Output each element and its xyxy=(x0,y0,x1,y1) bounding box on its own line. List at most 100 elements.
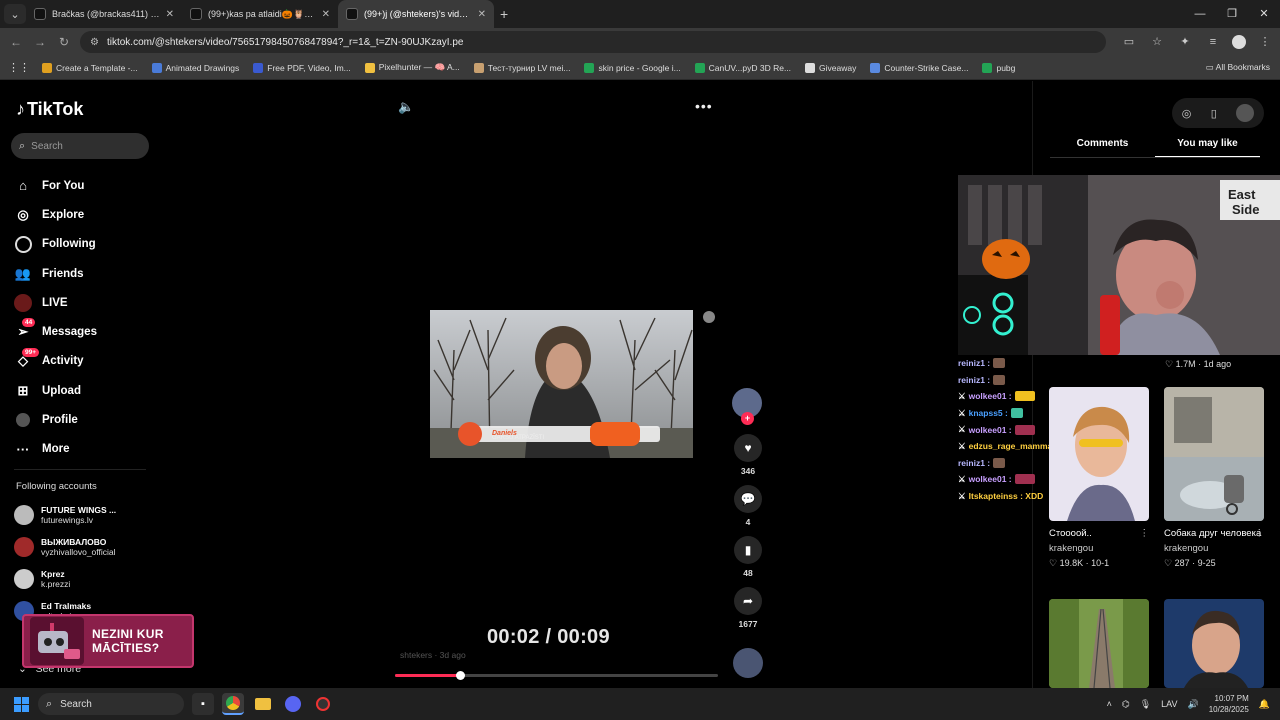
maximize-icon[interactable]: ❐ xyxy=(1216,0,1248,28)
nav-more[interactable]: ··· More xyxy=(14,435,154,464)
task-view-icon[interactable]: ▪ xyxy=(192,693,214,715)
ad-overlay[interactable]: NEZINI KUR MĀCĪTIES? xyxy=(22,614,194,668)
volume-icon[interactable]: 🔈 xyxy=(398,99,414,115)
chat-line: ⚔ wolkee01 : xyxy=(958,388,1050,405)
nav-friends[interactable]: 👥 Friends xyxy=(14,259,154,288)
notifications-icon[interactable]: 🔔 xyxy=(1259,699,1270,710)
close-tab-icon[interactable]: ✕ xyxy=(166,9,174,20)
nav-messages[interactable]: ➢ 44 Messages xyxy=(14,317,154,346)
app-icon[interactable] xyxy=(312,693,334,715)
all-bookmarks[interactable]: ▭ All Bookmarks xyxy=(1206,62,1270,73)
microphone-icon[interactable]: 🎙 xyxy=(1140,699,1151,710)
nav-profile[interactable]: Profile xyxy=(14,405,154,434)
browser-tab-active[interactable]: (99+)j (@shtekers)'s videos with ✕ xyxy=(338,0,494,28)
nav-upload[interactable]: ⊞ Upload xyxy=(14,376,154,405)
bookmark-star-icon[interactable]: ☆ xyxy=(1148,32,1166,52)
following-account[interactable]: FUTURE WINGS ... futurewings.lv xyxy=(14,499,154,531)
minimize-icon[interactable]: — xyxy=(1184,0,1216,28)
bookmark-item[interactable]: CanUV...pyD 3D Re... xyxy=(694,62,791,73)
discord-icon[interactable] xyxy=(282,693,304,715)
site-info-icon[interactable]: ⚙ xyxy=(90,37,99,48)
bookmark-item[interactable]: Free PDF, Video, Im... xyxy=(253,62,351,73)
tray-overflow-icon[interactable]: ˄ xyxy=(1107,699,1112,709)
language-indicator[interactable]: LAV xyxy=(1161,699,1177,709)
bookmark-item[interactable]: Giveaway xyxy=(805,62,856,73)
chrome-icon[interactable] xyxy=(222,693,244,715)
tiktok-favicon-icon xyxy=(34,8,46,20)
bookmark-item[interactable]: pubg xyxy=(982,62,1015,73)
nav-activity[interactable]: ◇ 99+ Activity xyxy=(14,347,154,376)
recommended-video-card[interactable] xyxy=(1049,599,1149,688)
ad-text: NEZINI KUR MĀCĪTIES? xyxy=(92,627,164,655)
share-button[interactable]: ➦ 1677 xyxy=(732,587,764,629)
save-button[interactable]: ▮ 48 xyxy=(732,536,764,578)
taskbar-search[interactable]: ⌕ Search xyxy=(38,693,184,715)
extensions-icon[interactable]: ✦ xyxy=(1176,32,1194,52)
video-thumbnail[interactable] xyxy=(1049,387,1149,521)
video-thumbnail[interactable] xyxy=(1164,387,1264,521)
network-icon[interactable]: ⌬ xyxy=(1122,699,1130,710)
tab-search-button[interactable]: ⌄ xyxy=(4,4,26,24)
video-title[interactable]: Стоооой.. ⋮ xyxy=(1049,527,1149,540)
new-tab-icon[interactable]: + xyxy=(500,6,508,22)
apps-grid-icon[interactable]: ⋮⋮ xyxy=(8,61,30,74)
recommended-video-card[interactable] xyxy=(1164,599,1264,688)
following-account[interactable]: Kprez k.prezzi xyxy=(14,563,154,595)
nav-explore[interactable]: ◎ Explore xyxy=(14,200,154,229)
more-options-icon[interactable]: ••• xyxy=(695,98,713,114)
video-author[interactable]: krakengou xyxy=(1049,543,1149,555)
nav-live[interactable]: LIVE xyxy=(14,288,154,317)
creator-avatar[interactable]: + xyxy=(732,388,762,425)
file-explorer-icon[interactable] xyxy=(252,693,274,715)
bookmark-item[interactable]: Counter-Strike Case... xyxy=(870,62,968,73)
phone-icon[interactable]: ▯ xyxy=(1211,107,1217,120)
browser-tab[interactable]: (99+)kas pa atlaidi🎃🦉🎃 #p ✕ xyxy=(182,0,338,28)
nav-for-you[interactable]: ⌂ For You xyxy=(14,171,154,200)
bookmark-item[interactable]: skin price - Google i... xyxy=(584,62,681,73)
user-avatar[interactable] xyxy=(1236,104,1255,122)
recommended-video-card[interactable]: Собака друг человека ⋮ krakengou ♡ 287 · … xyxy=(1164,387,1264,569)
media-icon[interactable]: ≡ xyxy=(1204,32,1222,52)
cast-icon[interactable]: ▭ xyxy=(1120,32,1138,52)
close-tab-icon[interactable]: ✕ xyxy=(478,9,486,20)
compass-icon[interactable]: ◎ xyxy=(1182,107,1192,120)
menu-kebab-icon[interactable]: ⋮ xyxy=(1256,32,1274,52)
tab-title: (99+)j (@shtekers)'s videos with xyxy=(364,9,472,19)
speaker-icon[interactable]: 🔊 xyxy=(1188,699,1199,710)
windows-start-icon[interactable] xyxy=(14,697,29,712)
card-more-icon[interactable]: ⋮ xyxy=(1140,527,1150,540)
video-thumbnail[interactable] xyxy=(1049,599,1149,688)
clock[interactable]: 10:07 PM 10/28/2025 xyxy=(1209,693,1249,715)
comment-button[interactable]: 💬 4 xyxy=(732,485,764,527)
forward-icon[interactable]: → xyxy=(28,35,52,49)
reload-icon[interactable]: ↻ xyxy=(52,35,76,49)
following-account[interactable]: ВЫЖИВАЛОВО vyzhivallovo_official xyxy=(14,531,154,563)
video-author[interactable]: krakengou xyxy=(1164,543,1264,555)
video-title[interactable]: Собака друг человека ⋮ xyxy=(1164,527,1264,540)
url-field[interactable]: ⚙ tiktok.com/@shtekers/video/75651798450… xyxy=(80,31,1106,53)
bookmark-item[interactable]: Pixelhunter — 🧠 A... xyxy=(364,62,460,73)
recommended-video-card[interactable]: Стоооой.. ⋮ krakengou ♡ 19.8K · 10-1 xyxy=(1049,387,1149,569)
search-input[interactable]: ⌕ Search xyxy=(11,133,149,159)
like-button[interactable]: ♥ 346 xyxy=(732,434,764,476)
video-player[interactable]: GARŠU ATPAZĪSTI Daniels xyxy=(430,310,693,458)
bookmark-item[interactable]: Animated Drawings xyxy=(151,62,239,73)
bookmark-item[interactable]: Create a Template -... xyxy=(42,62,138,73)
close-tab-icon[interactable]: ✕ xyxy=(322,9,330,20)
progress-knob[interactable] xyxy=(455,671,465,680)
following-accounts-title: Following accounts xyxy=(16,481,97,492)
tab-you-may-like[interactable]: You may like xyxy=(1155,134,1260,158)
bookmark-item[interactable]: Тест-турнир LV mei... xyxy=(473,62,570,73)
close-window-icon[interactable]: ✕ xyxy=(1248,0,1280,28)
nav-following[interactable]: Following xyxy=(14,230,154,259)
progress-bar[interactable] xyxy=(395,671,718,680)
profile-avatar[interactable] xyxy=(1232,35,1246,49)
follow-plus-icon[interactable]: + xyxy=(741,412,754,425)
tab-comments[interactable]: Comments xyxy=(1050,134,1155,158)
browser-tab[interactable]: Bračkas (@brackas411) | TikTok ✕ xyxy=(26,0,182,28)
video-thumbnail[interactable] xyxy=(1164,599,1264,688)
tiktok-logo[interactable]: ♪ TikTok xyxy=(16,99,83,120)
card-more-icon[interactable]: ⋮ xyxy=(1255,527,1265,540)
sound-avatar[interactable] xyxy=(733,648,763,678)
back-icon[interactable]: ← xyxy=(4,35,28,49)
